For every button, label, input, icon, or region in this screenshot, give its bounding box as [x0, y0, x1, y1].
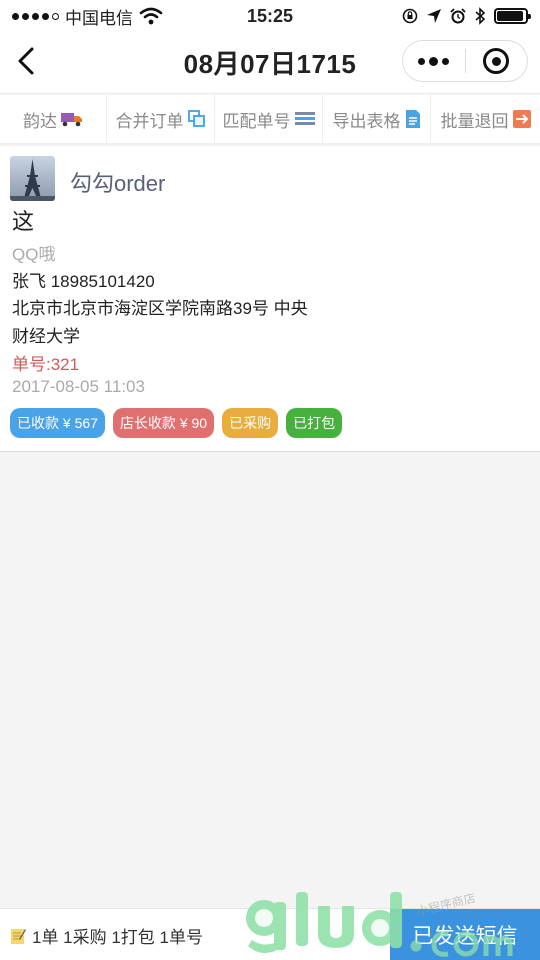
order-summary: 1单 1采购 1打包 1单号: [10, 923, 203, 948]
document-icon: [405, 110, 420, 128]
status-badge-packed: 已打包: [286, 408, 343, 438]
status-tags: 已收款 ¥ 567 店长收款 ¥ 90 已采购 已打包: [10, 408, 343, 438]
order-card[interactable]: 勾勾order 这 QQ哦 张飞 18985101420 北京市北京市海淀区学院…: [0, 146, 540, 452]
alarm-icon: [450, 8, 466, 24]
wifi-icon: [139, 7, 163, 25]
sms-sent-button[interactable]: 已发送短信: [390, 909, 540, 960]
status-badge-owner-collected: 店长收款 ¥ 90: [112, 408, 215, 438]
toolbar-label: 合并订单: [115, 111, 184, 131]
status-bar: 中国电信 15:25: [0, 0, 540, 32]
battery-icon: [494, 8, 531, 24]
return-arrow-icon: [512, 110, 531, 128]
toolbar-label: 匹配单号: [222, 111, 291, 131]
order-title: 这: [12, 209, 35, 234]
recipient-address-line2: 财经大学: [12, 327, 80, 346]
recipient-address-line1: 北京市北京市海淀区学院南路39号 中央: [12, 299, 308, 318]
merge-icon: [187, 110, 205, 127]
status-badge-purchased: 已采购: [222, 408, 279, 438]
more-options-button[interactable]: [403, 41, 465, 81]
status-left: 中国电信: [12, 4, 163, 29]
bluetooth-icon: [475, 7, 486, 25]
nav-bar: 08月07日1715: [0, 32, 540, 92]
barcode-icon: [294, 112, 315, 125]
toolbar-item-batch-return[interactable]: 批量退回: [431, 95, 540, 143]
toolbar-label: 批量退回: [440, 111, 509, 131]
toolbar-item-export-sheet[interactable]: 导出表格: [323, 95, 431, 143]
toolbar-label: 韵达: [23, 111, 57, 131]
carrier-name: 中国电信: [65, 8, 133, 28]
recipient-contact: 张飞 18985101420: [12, 272, 155, 291]
tracking-number: 单号:321: [12, 355, 80, 374]
summary-text: 1单 1采购 1打包 1单号: [32, 928, 203, 947]
status-badge-paid: 已收款 ¥ 567: [10, 408, 105, 438]
signal-strength-icon: [12, 12, 59, 20]
toolbar-label: 导出表格: [332, 111, 401, 131]
rotation-lock-icon: [402, 8, 418, 24]
toolbar-item-match-tracking[interactable]: 匹配单号: [215, 95, 323, 143]
shop-name: 勾勾order: [70, 171, 166, 196]
location-arrow-icon: [427, 9, 441, 23]
memo-icon: [11, 928, 26, 944]
bottom-bar: 1单 1采购 1打包 1单号 已发送短信: [0, 908, 540, 960]
toolbar-item-merge-orders[interactable]: 合并订单: [107, 95, 215, 143]
shop-avatar: [10, 156, 55, 201]
order-remark: QQ哦: [12, 245, 56, 264]
order-timestamp: 2017-08-05 11:03: [12, 377, 145, 396]
status-right: [402, 7, 531, 25]
mini-program-capsule: [402, 40, 528, 82]
toolbar-item-yunda[interactable]: 韵达: [0, 95, 107, 143]
close-mini-program-button[interactable]: [466, 41, 528, 81]
action-toolbar: 韵达 合并订单 匹配单号 导出表格 批量退回: [0, 94, 540, 144]
target-circle-icon: [483, 48, 510, 74]
truck-icon: [61, 113, 82, 127]
